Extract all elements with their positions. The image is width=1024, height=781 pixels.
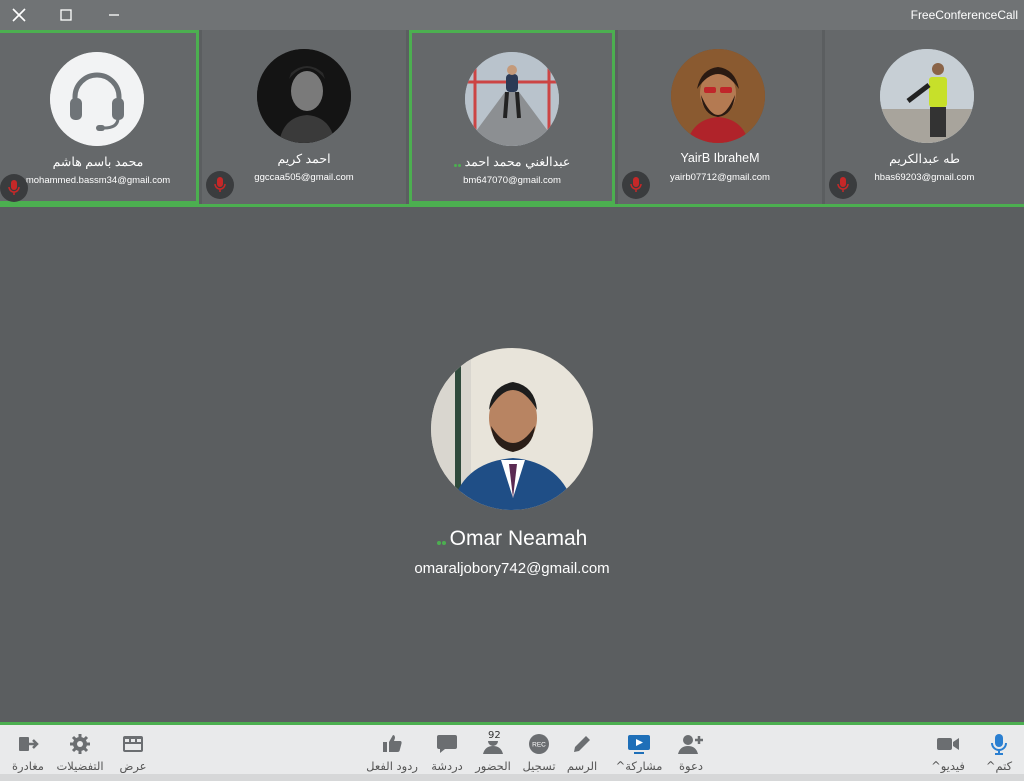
headset-icon <box>50 52 144 146</box>
leave-label: مغادرة <box>12 759 44 773</box>
attendance-button[interactable]: 92 الحضور <box>472 730 514 773</box>
participant-strip: محمد باسم هاشم mohammed.bassm34@gmail.co… <box>0 30 1024 207</box>
invite-label: دعوة <box>679 759 703 773</box>
profile-photo <box>465 52 559 146</box>
speaker-email: omaraljobory742@gmail.com <box>414 560 610 577</box>
participant-tile[interactable]: محمد باسم هاشم mohammed.bassm34@gmail.co… <box>0 30 199 204</box>
thumbs-up-icon <box>383 735 402 752</box>
profile-photo <box>880 49 974 143</box>
participant-name: احمد كريم <box>277 152 331 166</box>
speaking-indicator <box>453 156 462 170</box>
microphone-icon <box>991 734 1007 755</box>
invite-button[interactable]: دعوة <box>672 732 710 773</box>
camera-icon <box>937 738 959 750</box>
speaking-indicator <box>436 527 447 551</box>
svg-text:REC: REC <box>532 742 546 749</box>
muted-mic-icon <box>0 174 28 202</box>
view-button[interactable]: عرض <box>116 732 150 773</box>
layout-icon <box>123 736 143 752</box>
record-label: تسجيل <box>522 759 556 773</box>
gear-icon <box>70 734 90 754</box>
pencil-icon <box>574 736 590 752</box>
profile-photo <box>257 49 351 143</box>
main-speaker-area: Omar Neamah omaraljobory742@gmail.com <box>0 207 1024 722</box>
avatar <box>257 49 351 143</box>
participant-email: bm647070@gmail.com <box>463 175 561 186</box>
title-bar: FreeConferenceCall <box>0 0 1024 30</box>
attendance-count-badge: 92 <box>486 730 503 741</box>
video-button[interactable]: ^فيديو <box>924 732 972 773</box>
avatar <box>671 49 765 143</box>
muted-mic-icon <box>829 171 857 199</box>
close-icon[interactable] <box>9 5 29 25</box>
participant-tile[interactable]: YairB IbraheM yairb07712@gmail.com <box>618 30 822 204</box>
speaker-name: Omar Neamah <box>0 527 1024 551</box>
add-user-icon <box>678 735 703 754</box>
participant-tile[interactable]: عبدالغني محمد احمد bm647070@gmail.com <box>409 30 615 204</box>
share-button[interactable]: ^مشاركة <box>612 732 666 773</box>
mute-label: ^كتم <box>985 759 1013 773</box>
avatar <box>465 52 559 146</box>
record-button[interactable]: REC تسجيل <box>520 732 558 773</box>
reactions-button[interactable]: ردود الفعل <box>362 732 422 773</box>
share-label: ^مشاركة <box>615 759 663 773</box>
avatar <box>880 49 974 143</box>
minimize-icon[interactable] <box>104 5 124 25</box>
profile-photo <box>431 348 593 510</box>
draw-button[interactable]: الرسم <box>564 732 600 773</box>
chat-label: دردشة <box>431 759 463 773</box>
status-strip <box>0 774 1024 781</box>
draw-label: الرسم <box>566 759 598 773</box>
mute-button[interactable]: ^كتم <box>980 732 1018 773</box>
chat-bubble-icon <box>437 735 457 753</box>
participant-tile[interactable]: طه عبدالكريم hbas69203@gmail.com <box>825 30 1024 204</box>
attendance-label: الحضور <box>475 759 511 773</box>
reactions-label: ردود الفعل <box>366 759 418 773</box>
muted-mic-icon <box>206 171 234 199</box>
leave-button[interactable]: مغادرة <box>8 732 48 773</box>
view-label: عرض <box>119 759 147 773</box>
rec-icon: REC <box>529 734 549 754</box>
participant-name: طه عبدالكريم <box>889 152 960 166</box>
avatar <box>50 52 144 146</box>
participant-name: محمد باسم هاشم <box>52 155 144 169</box>
preferences-label: التفضيلات <box>56 759 104 773</box>
participant-tile[interactable]: احمد كريم ggccaa505@gmail.com <box>202 30 406 204</box>
exit-icon <box>19 737 39 751</box>
preferences-button[interactable]: التفضيلات <box>52 732 108 773</box>
screen-share-icon <box>628 735 650 754</box>
video-label: ^فيديو <box>931 759 965 773</box>
app-title: FreeConferenceCall <box>910 8 1018 22</box>
speaker-avatar <box>431 348 593 510</box>
participant-name: عبدالغني محمد احمد <box>412 154 612 170</box>
bottom-toolbar: مغادرة التفضيلات عرض ردود الفعل دردشة 92… <box>0 722 1024 781</box>
participant-name: YairB IbraheM <box>680 151 760 165</box>
profile-photo <box>671 49 765 143</box>
maximize-icon[interactable] <box>56 5 76 25</box>
chat-button[interactable]: دردشة <box>428 732 466 773</box>
participant-email: mohammed.bassm34@gmail.com <box>25 175 171 186</box>
muted-mic-icon <box>622 171 650 199</box>
